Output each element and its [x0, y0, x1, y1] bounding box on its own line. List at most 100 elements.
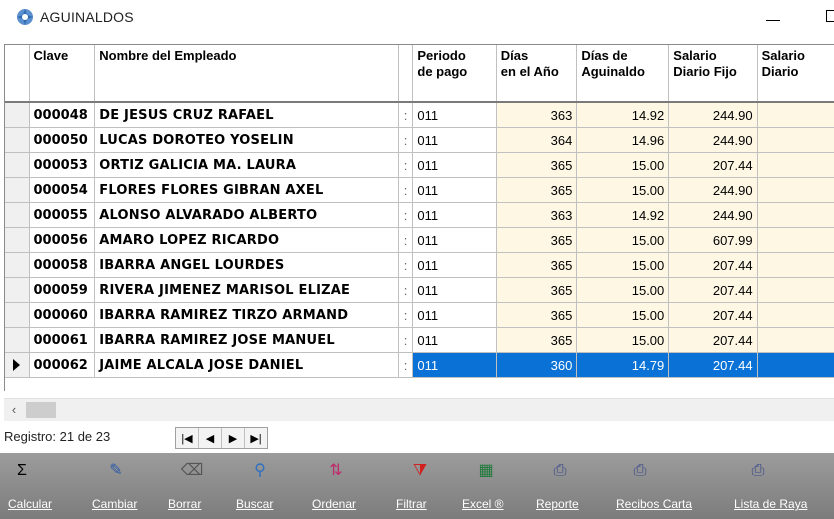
- cell-dias[interactable]: 363: [496, 202, 578, 228]
- cell-nombre[interactable]: LUCAS DOROTEO YOSELIN: [94, 127, 399, 153]
- cell-periodo[interactable]: 011: [412, 252, 497, 278]
- cell-dias[interactable]: 365: [496, 227, 578, 253]
- cell-nombre[interactable]: JAIME ALCALA JOSE DANIEL: [94, 352, 399, 378]
- cell-salario[interactable]: 207.44: [668, 277, 758, 303]
- cell-salario[interactable]: 244.90: [668, 102, 758, 128]
- cell-nombre[interactable]: IBARRA ANGEL LOURDES: [94, 252, 399, 278]
- cell-salario-2[interactable]: [757, 252, 834, 278]
- header-salario-2[interactable]: Salario Diario: [757, 45, 834, 103]
- cell-aguinaldo[interactable]: 15.00: [576, 327, 670, 353]
- cell-clave[interactable]: 000059: [29, 277, 96, 303]
- cell-salario-2[interactable]: [757, 127, 834, 153]
- cell-dias[interactable]: 365: [496, 327, 578, 353]
- horizontal-scrollbar[interactable]: ‹: [4, 398, 834, 421]
- cell-nombre[interactable]: ORTIZ GALICIA MA. LAURA: [94, 152, 399, 178]
- cell-aguinaldo[interactable]: 15.00: [576, 277, 670, 303]
- cell-aguinaldo[interactable]: 14.79: [576, 352, 670, 378]
- minimize-button[interactable]: [758, 6, 788, 30]
- table-row[interactable]: 000062 JAIME ALCALA JOSE DANIEL:011 360 14.…: [5, 352, 834, 378]
- toolbar-button-reporte[interactable]: ⎙ Reporte: [536, 453, 610, 519]
- cell-periodo[interactable]: 011: [412, 152, 497, 178]
- header-aguinaldo[interactable]: Días de Aguinaldo: [576, 45, 670, 103]
- cell-aguinaldo[interactable]: 14.92: [576, 202, 670, 228]
- header-nombre[interactable]: Nombre del Empleado: [94, 45, 399, 103]
- toolbar-button-borrar[interactable]: ⌫ Borrar: [168, 453, 242, 519]
- cell-aguinaldo[interactable]: 14.96: [576, 127, 670, 153]
- header-clave[interactable]: Clave: [29, 45, 96, 103]
- cell-salario[interactable]: 207.44: [668, 302, 758, 328]
- cell-salario-2[interactable]: [757, 202, 834, 228]
- cell-aguinaldo[interactable]: 15.00: [576, 152, 670, 178]
- scroll-left-button[interactable]: ‹: [4, 399, 24, 421]
- cell-periodo[interactable]: 011: [412, 102, 497, 128]
- table-row[interactable]: 000060 IBARRA RAMIREZ TIRZO ARMAND:011 365…: [5, 302, 834, 328]
- cell-salario[interactable]: 207.44: [668, 252, 758, 278]
- table-row[interactable]: 000054 FLORES FLORES GIBRAN AXEL:011 365 15…: [5, 177, 834, 203]
- cell-dias[interactable]: 365: [496, 177, 578, 203]
- cell-clave[interactable]: 000054: [29, 177, 96, 203]
- cell-clave[interactable]: 000056: [29, 227, 96, 253]
- toolbar-button-ordenar[interactable]: ⇅ Ordenar: [312, 453, 386, 519]
- toolbar-button-filtrar[interactable]: ⧩ Filtrar: [396, 453, 470, 519]
- first-record-icon[interactable]: |◀: [176, 428, 199, 448]
- cell-periodo[interactable]: 011: [412, 127, 497, 153]
- cell-nombre[interactable]: RIVERA JIMENEZ MARISOL ELIZAE: [94, 277, 399, 303]
- restore-button[interactable]: [826, 10, 834, 22]
- cell-aguinaldo[interactable]: 15.00: [576, 252, 670, 278]
- cell-nombre[interactable]: IBARRA RAMIREZ TIRZO ARMAND: [94, 302, 399, 328]
- header-dias[interactable]: Días en el Año: [496, 45, 578, 103]
- cell-clave[interactable]: 000048: [29, 102, 96, 128]
- cell-nombre[interactable]: AMARO LOPEZ RICARDO: [94, 227, 399, 253]
- data-grid[interactable]: Clave Nombre del Empleado Periodo de pago…: [4, 44, 834, 391]
- cell-aguinaldo[interactable]: 15.00: [576, 227, 670, 253]
- table-row[interactable]: 000059 RIVERA JIMENEZ MARISOL ELIZAE:011 3…: [5, 277, 834, 303]
- cell-salario-2[interactable]: [757, 327, 834, 353]
- cell-salario-2[interactable]: [757, 277, 834, 303]
- cell-dias[interactable]: 365: [496, 302, 578, 328]
- cell-salario[interactable]: 607.99: [668, 227, 758, 253]
- toolbar-button-excel[interactable]: ▦ Excel ®: [462, 453, 536, 519]
- header-periodo[interactable]: Periodo de pago: [412, 45, 497, 103]
- cell-dias[interactable]: 365: [496, 152, 578, 178]
- table-row[interactable]: 000048 DE JESUS CRUZ RAFAEL:011 363 14.92 24…: [5, 102, 834, 128]
- cell-dias[interactable]: 363: [496, 102, 578, 128]
- cell-clave[interactable]: 000055: [29, 202, 96, 228]
- cell-dias[interactable]: 360: [496, 352, 578, 378]
- cell-salario[interactable]: 207.44: [668, 327, 758, 353]
- cell-salario-2[interactable]: [757, 302, 834, 328]
- prev-record-icon[interactable]: ◀: [199, 428, 222, 448]
- cell-salario-2[interactable]: [757, 352, 834, 378]
- cell-dias[interactable]: 365: [496, 277, 578, 303]
- cell-salario-2[interactable]: [757, 152, 834, 178]
- cell-clave[interactable]: 000058: [29, 252, 96, 278]
- scroll-thumb[interactable]: [26, 402, 56, 418]
- cell-aguinaldo[interactable]: 14.92: [576, 102, 670, 128]
- cell-clave[interactable]: 000053: [29, 152, 96, 178]
- toolbar-button-lista-de-raya[interactable]: ⎙ Lista de Raya: [734, 453, 834, 519]
- table-row[interactable]: 000058 IBARRA ANGEL LOURDES:011 365 15.00 20…: [5, 252, 834, 278]
- cell-periodo[interactable]: 011: [412, 227, 497, 253]
- table-row[interactable]: 000056 AMARO LOPEZ RICARDO:011 365 15.00 607…: [5, 227, 834, 253]
- cell-clave[interactable]: 000060: [29, 302, 96, 328]
- cell-periodo[interactable]: 011: [412, 202, 497, 228]
- toolbar-button-calcular[interactable]: Σ Calcular: [8, 453, 82, 519]
- table-row[interactable]: 000050 LUCAS DOROTEO YOSELIN:011 364 14.96 2…: [5, 127, 834, 153]
- cell-nombre[interactable]: DE JESUS CRUZ RAFAEL: [94, 102, 399, 128]
- cell-salario[interactable]: 207.44: [668, 152, 758, 178]
- cell-dias[interactable]: 364: [496, 127, 578, 153]
- cell-periodo[interactable]: 011: [412, 327, 497, 353]
- cell-periodo[interactable]: 011: [412, 277, 497, 303]
- table-row[interactable]: 000053 ORTIZ GALICIA MA. LAURA:011 365 15.0…: [5, 152, 834, 178]
- cell-clave[interactable]: 000061: [29, 327, 96, 353]
- last-record-icon[interactable]: ▶|: [245, 428, 267, 448]
- cell-periodo[interactable]: 011: [412, 352, 497, 378]
- toolbar-button-buscar[interactable]: ⚲ Buscar: [236, 453, 310, 519]
- cell-salario[interactable]: 244.90: [668, 177, 758, 203]
- cell-salario-2[interactable]: [757, 102, 834, 128]
- table-row[interactable]: 000061 IBARRA RAMIREZ JOSE MANUEL:011 365 1…: [5, 327, 834, 353]
- cell-salario-2[interactable]: [757, 227, 834, 253]
- cell-aguinaldo[interactable]: 15.00: [576, 177, 670, 203]
- cell-salario-2[interactable]: [757, 177, 834, 203]
- cell-nombre[interactable]: IBARRA RAMIREZ JOSE MANUEL: [94, 327, 399, 353]
- cell-periodo[interactable]: 011: [412, 177, 497, 203]
